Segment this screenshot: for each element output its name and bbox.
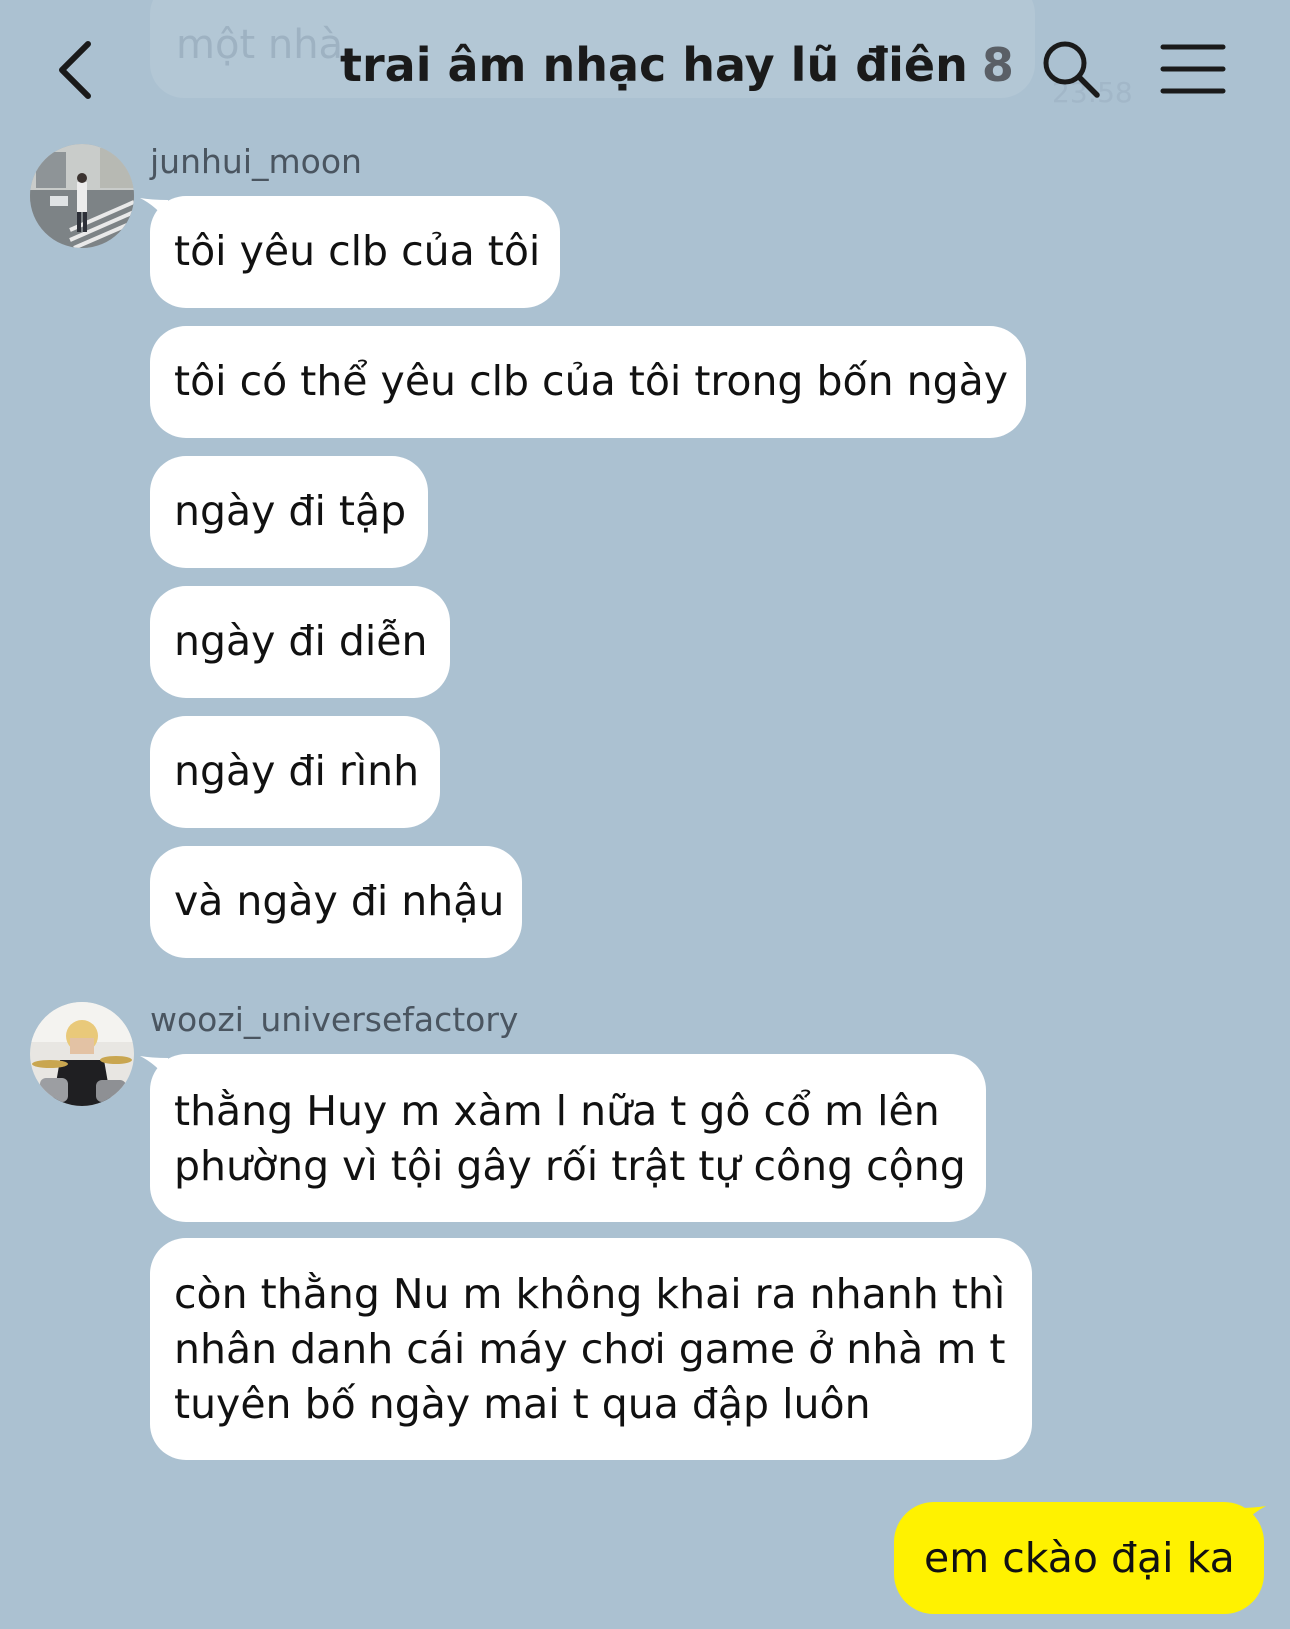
menu-button[interactable] bbox=[1160, 42, 1226, 96]
message-text: ngày đi rình bbox=[174, 747, 420, 795]
message-bubble[interactable]: thằng Huy m xàm l nữa t gô cổ m lên phườ… bbox=[150, 1054, 986, 1222]
message-text: và ngày đi nhậu bbox=[174, 877, 505, 925]
message-text: ngày đi diễn bbox=[174, 617, 428, 665]
back-arrow-icon bbox=[59, 41, 91, 99]
search-icon bbox=[1043, 41, 1100, 98]
avatar-drummer-photo bbox=[30, 1002, 134, 1106]
message-text: ngày đi tập bbox=[174, 487, 407, 535]
message-bubble[interactable]: ngày đi rình bbox=[150, 716, 440, 828]
message-bubble[interactable]: và ngày đi nhậu bbox=[150, 846, 522, 958]
message-text-line: thằng Huy m xàm l nữa t gô cổ m lên bbox=[174, 1087, 940, 1135]
search-button[interactable] bbox=[1040, 38, 1102, 100]
avatar[interactable] bbox=[30, 1002, 134, 1106]
message-bubble[interactable]: ngày đi tập bbox=[150, 456, 428, 568]
message-bubble[interactable]: tôi có thể yêu clb của tôi trong bốn ngà… bbox=[150, 326, 1026, 438]
message-text-line: phường vì tội gây rối trật tự công cộng bbox=[174, 1142, 966, 1190]
hamburger-menu-icon bbox=[1160, 44, 1226, 94]
message-text-line: còn thằng Nu m không khai ra nhanh thì bbox=[174, 1270, 1006, 1318]
member-count: 8 bbox=[981, 38, 1014, 92]
message-bubble[interactable]: còn thằng Nu m không khai ra nhanh thì n… bbox=[150, 1238, 1032, 1460]
chat-header: trai âm nhạc hay lũ điên 8 bbox=[0, 0, 1290, 140]
message-text: tôi yêu clb của tôi bbox=[174, 227, 541, 275]
my-message-text: em ckào đại ka bbox=[924, 1534, 1235, 1582]
chat-title-text: trai âm nhạc hay lũ điên bbox=[340, 38, 968, 92]
avatar-street-photo bbox=[30, 144, 134, 248]
message-text: tôi có thể yêu clb của tôi trong bốn ngà… bbox=[174, 357, 1009, 405]
avatar[interactable] bbox=[30, 144, 134, 248]
message-text-line: tuyên bố ngày mai t qua đập luôn bbox=[174, 1380, 871, 1428]
sender-name: junhui_moon bbox=[150, 142, 362, 181]
chat-title: trai âm nhạc hay lũ điên 8 bbox=[340, 38, 1014, 92]
back-button[interactable] bbox=[52, 38, 108, 102]
my-message-bubble[interactable]: em ckào đại ka bbox=[894, 1502, 1264, 1614]
message-text-line: nhân danh cái máy chơi game ở nhà m t bbox=[174, 1325, 1006, 1373]
sender-name: woozi_universefactory bbox=[150, 1000, 519, 1039]
message-bubble[interactable]: tôi yêu clb của tôi bbox=[150, 196, 560, 308]
message-bubble[interactable]: ngày đi diễn bbox=[150, 586, 450, 698]
